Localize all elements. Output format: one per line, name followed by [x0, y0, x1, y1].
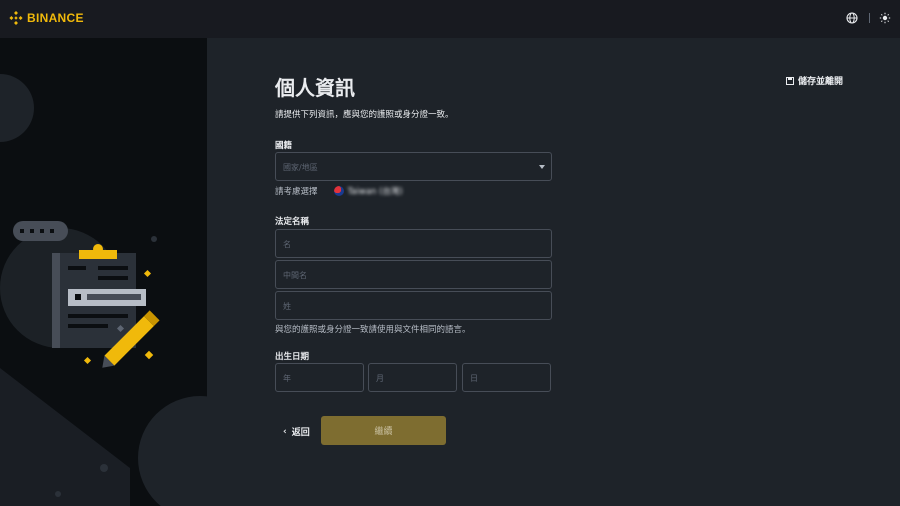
nationality-label: 國籍: [275, 141, 293, 151]
chevron-left-icon: ‹: [283, 426, 287, 437]
suggestion-label: 請考慮選擇: [275, 187, 318, 197]
first-name-input[interactable]: 名: [275, 229, 552, 258]
dob-label: 出生日期: [275, 352, 310, 362]
kyc-illustration: [0, 74, 207, 506]
top-bar: BINANCE: [0, 0, 900, 38]
save-icon: [785, 76, 794, 85]
dob-month-input[interactable]: 月: [368, 363, 457, 392]
page-title: 個人資訊: [275, 76, 355, 100]
dob-day-input[interactable]: 日: [462, 363, 551, 392]
save-exit-label: 儲存並離開: [797, 77, 843, 87]
dob-day-placeholder: 日: [470, 374, 478, 383]
country-suggestion: 請考慮選擇 Taiwan (台灣): [275, 185, 403, 197]
theme-toggle-icon[interactable]: [878, 11, 892, 25]
last-name-placeholder: 姓: [283, 302, 291, 311]
chevron-down-icon: [539, 165, 545, 169]
continue-button[interactable]: 繼續: [321, 416, 446, 445]
middle-name-placeholder: 中間名: [283, 271, 307, 280]
binance-logo-icon: [9, 11, 23, 25]
save-exit-button[interactable]: 儲存並離開: [785, 74, 843, 87]
continue-label: 繼續: [374, 427, 393, 437]
subtitle: 請提供下列資訊，應與您的護照或身分證一致。: [275, 110, 454, 120]
back-button[interactable]: ‹ 返回: [283, 425, 310, 439]
name-language-note: 與您的護照或身分證一致請使用與文件相同的語言。: [275, 325, 471, 335]
middle-name-input[interactable]: 中間名: [275, 260, 552, 289]
suggestion-value[interactable]: Taiwan (台灣): [348, 185, 403, 197]
first-name-placeholder: 名: [283, 240, 291, 249]
back-label: 返回: [291, 428, 310, 438]
brand-name: BINANCE: [27, 11, 84, 25]
illustration-panel: [0, 38, 207, 506]
dob-year-input[interactable]: 年: [275, 363, 364, 392]
divider: [869, 13, 870, 23]
nationality-placeholder: 國家/地區: [283, 163, 318, 172]
dob-month-placeholder: 月: [376, 374, 384, 383]
last-name-input[interactable]: 姓: [275, 291, 552, 320]
nationality-select[interactable]: 國家/地區: [275, 152, 552, 181]
dob-year-placeholder: 年: [283, 374, 291, 383]
taiwan-flag-icon[interactable]: [333, 186, 344, 196]
legal-name-label: 法定名稱: [275, 217, 310, 227]
globe-icon[interactable]: [845, 11, 859, 25]
binance-logo[interactable]: BINANCE: [9, 11, 84, 25]
